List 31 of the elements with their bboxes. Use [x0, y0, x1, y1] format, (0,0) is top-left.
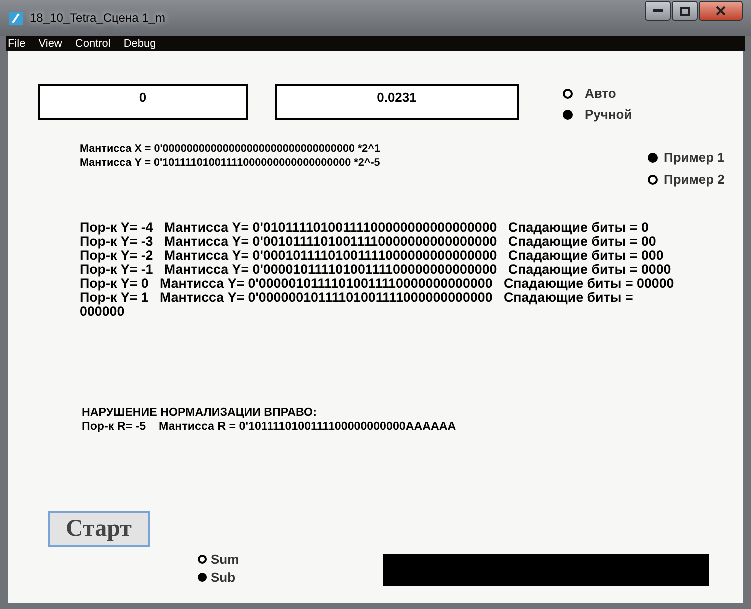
- menu-item[interactable]: Debug: [124, 38, 156, 50]
- shift-row-text: Пор-к Y= 0 Мантисса Y= 0'00000101111010011110000000000000 Спадающие биты = 00000: [80, 277, 676, 291]
- window-title: 18_10_Tetra_Сцена 1_m: [30, 11, 166, 25]
- shift-row-text: Пор-к Y= -1 Мантисса Y= 0'00001011110100111100000000000000 Спадающие биты = 0000: [80, 263, 672, 277]
- shift-row-text: Пор-к Y= -2 Мантисса Y= 0'00010111101001111000000000000000 Спадающие биты = 000: [80, 249, 665, 263]
- maximize-icon: [680, 6, 690, 16]
- maximize-button[interactable]: [672, 1, 698, 21]
- radio-button[interactable]: Sum: [198, 552, 240, 567]
- shift-row-text: Пор-к Y= -4 Мантисса Y= 0'01011110100111100000000000000000 Спадающие биты = 0: [80, 221, 650, 235]
- shift-row-text: Пор-к Y= -3 Мантисса Y= 0'00101111010011110000000000000000 Спадающие биты = 00: [80, 235, 658, 249]
- minimize-button[interactable]: [645, 1, 671, 21]
- mantissa-text: Мантисса Y = 0'10111101001111000000000000000000 *2^-5: [80, 156, 382, 170]
- radio-button[interactable]: Sub: [198, 570, 240, 585]
- close-icon: [716, 6, 726, 16]
- violation-heading: НАРУШЕНИЕ НОРМАЛИЗАЦИИ ВПРАВО:: [82, 406, 318, 420]
- result-text: Пор-к R= -5 Мантисса R = 0'1011110100111100000000000AAAAAA: [82, 420, 458, 434]
- value-display: 0.0231: [275, 84, 519, 120]
- app-icon: [8, 10, 24, 26]
- close-button[interactable]: [699, 1, 743, 21]
- start-button[interactable]: Старт: [48, 511, 150, 547]
- radio-button[interactable]: Авто: [563, 86, 632, 101]
- shift-row-text: Пор-к Y= 1 Мантисса Y= 0'00000010111101001111000000000000 Спадающие биты = 000000: [80, 291, 634, 319]
- menu-item[interactable]: Control: [75, 38, 111, 50]
- radio-button[interactable]: Ручной: [563, 107, 632, 122]
- menu-item[interactable]: View: [38, 38, 62, 50]
- radio-button[interactable]: Пример 2: [648, 172, 725, 187]
- minimize-icon: [653, 9, 663, 13]
- menu-item[interactable]: File: [8, 38, 26, 50]
- value-display: 0: [38, 84, 248, 120]
- radio-button[interactable]: Пример 1: [648, 150, 725, 165]
- mantissa-text: Мантисса X = 0'00000000000000000000000000000000 *2^1: [80, 142, 382, 156]
